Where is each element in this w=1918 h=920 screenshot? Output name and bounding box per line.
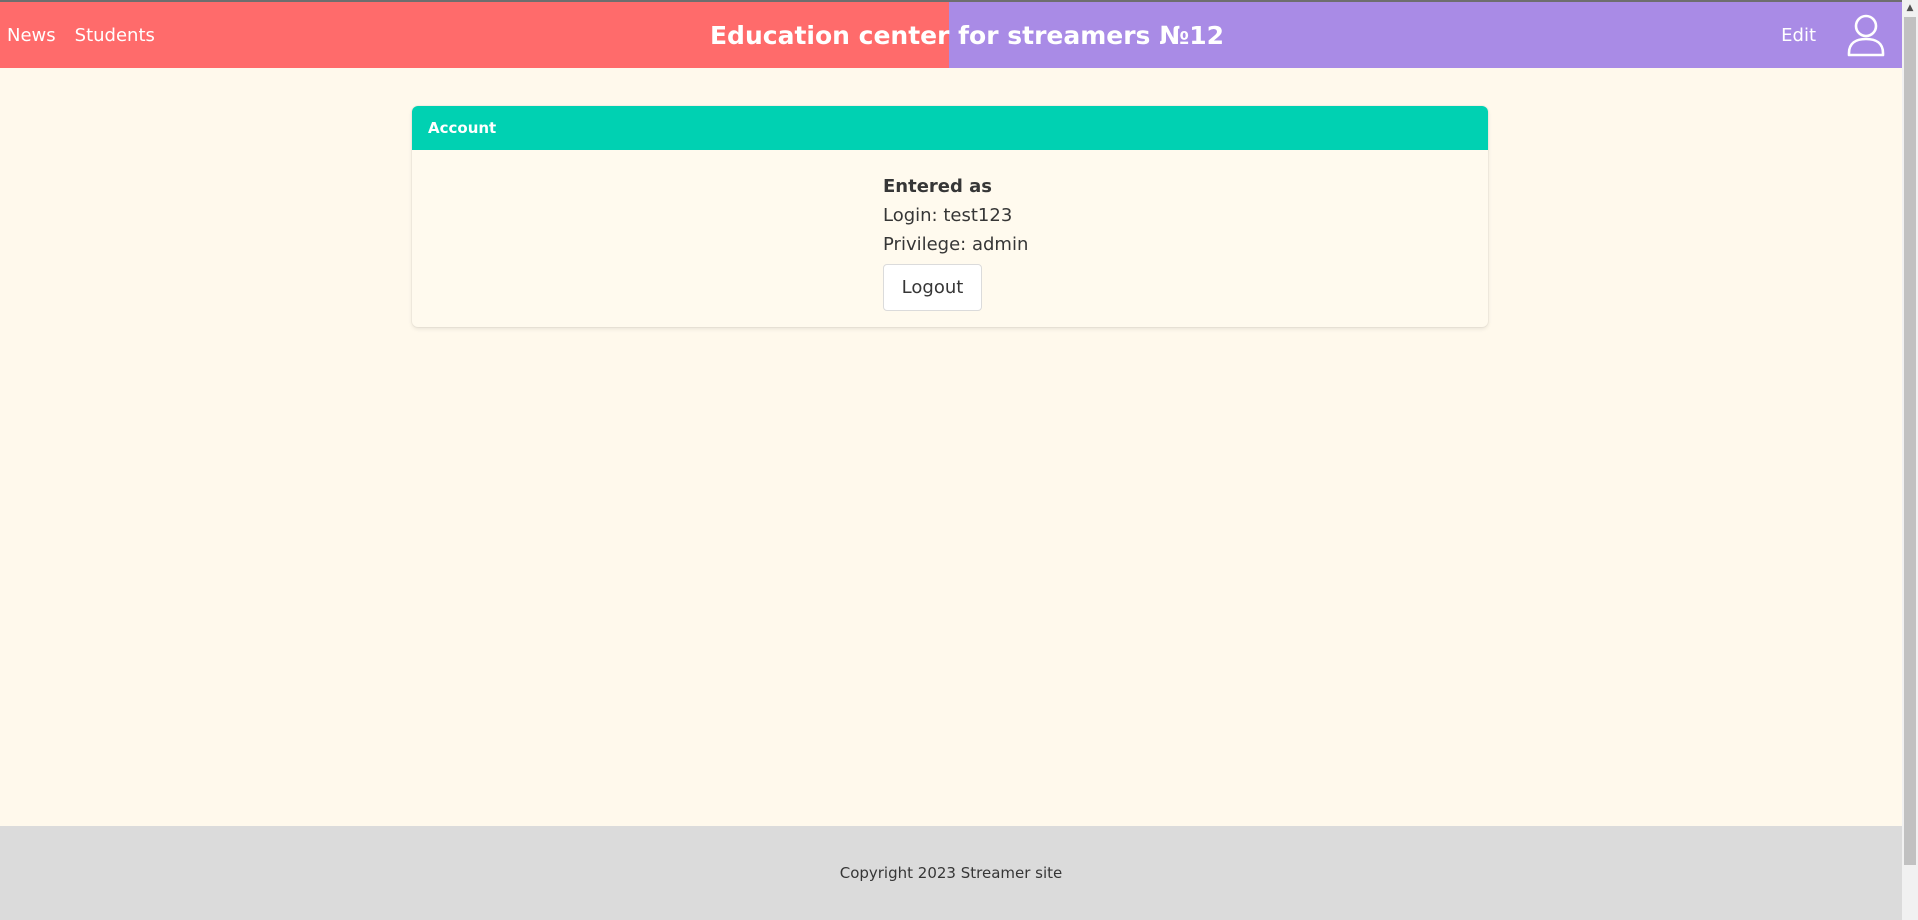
site-title: Education center for streamers №12 xyxy=(709,20,1225,50)
nav-link-students[interactable]: Students xyxy=(75,25,155,46)
login-value: Login: test123 xyxy=(883,205,1013,226)
vertical-scrollbar[interactable]: ▲ xyxy=(1902,0,1918,920)
nav-links: News Students xyxy=(7,2,155,68)
edit-link[interactable]: Edit xyxy=(1781,25,1816,46)
navbar: News Students Education center for strea… xyxy=(0,2,1902,68)
user-icon[interactable] xyxy=(1846,13,1886,57)
footer: Copyright 2023 Streamer site xyxy=(0,826,1902,920)
privilege-value: Privilege: admin xyxy=(883,234,1029,255)
copyright-text: Copyright 2023 Streamer site xyxy=(839,864,1063,882)
account-card-header: Account xyxy=(412,106,1488,150)
scrollbar-thumb[interactable] xyxy=(1904,17,1916,865)
arrow-up-icon[interactable]: ▲ xyxy=(1902,0,1918,16)
entered-as-label: Entered as xyxy=(883,176,993,197)
nav-right: Edit xyxy=(1781,2,1886,68)
account-card: Account Entered as Login: test123 Privil… xyxy=(412,106,1488,327)
logout-button[interactable]: Logout xyxy=(883,264,982,311)
account-info: Entered as Login: test123 Privilege: adm… xyxy=(883,172,1028,311)
nav-link-news[interactable]: News xyxy=(7,25,56,46)
